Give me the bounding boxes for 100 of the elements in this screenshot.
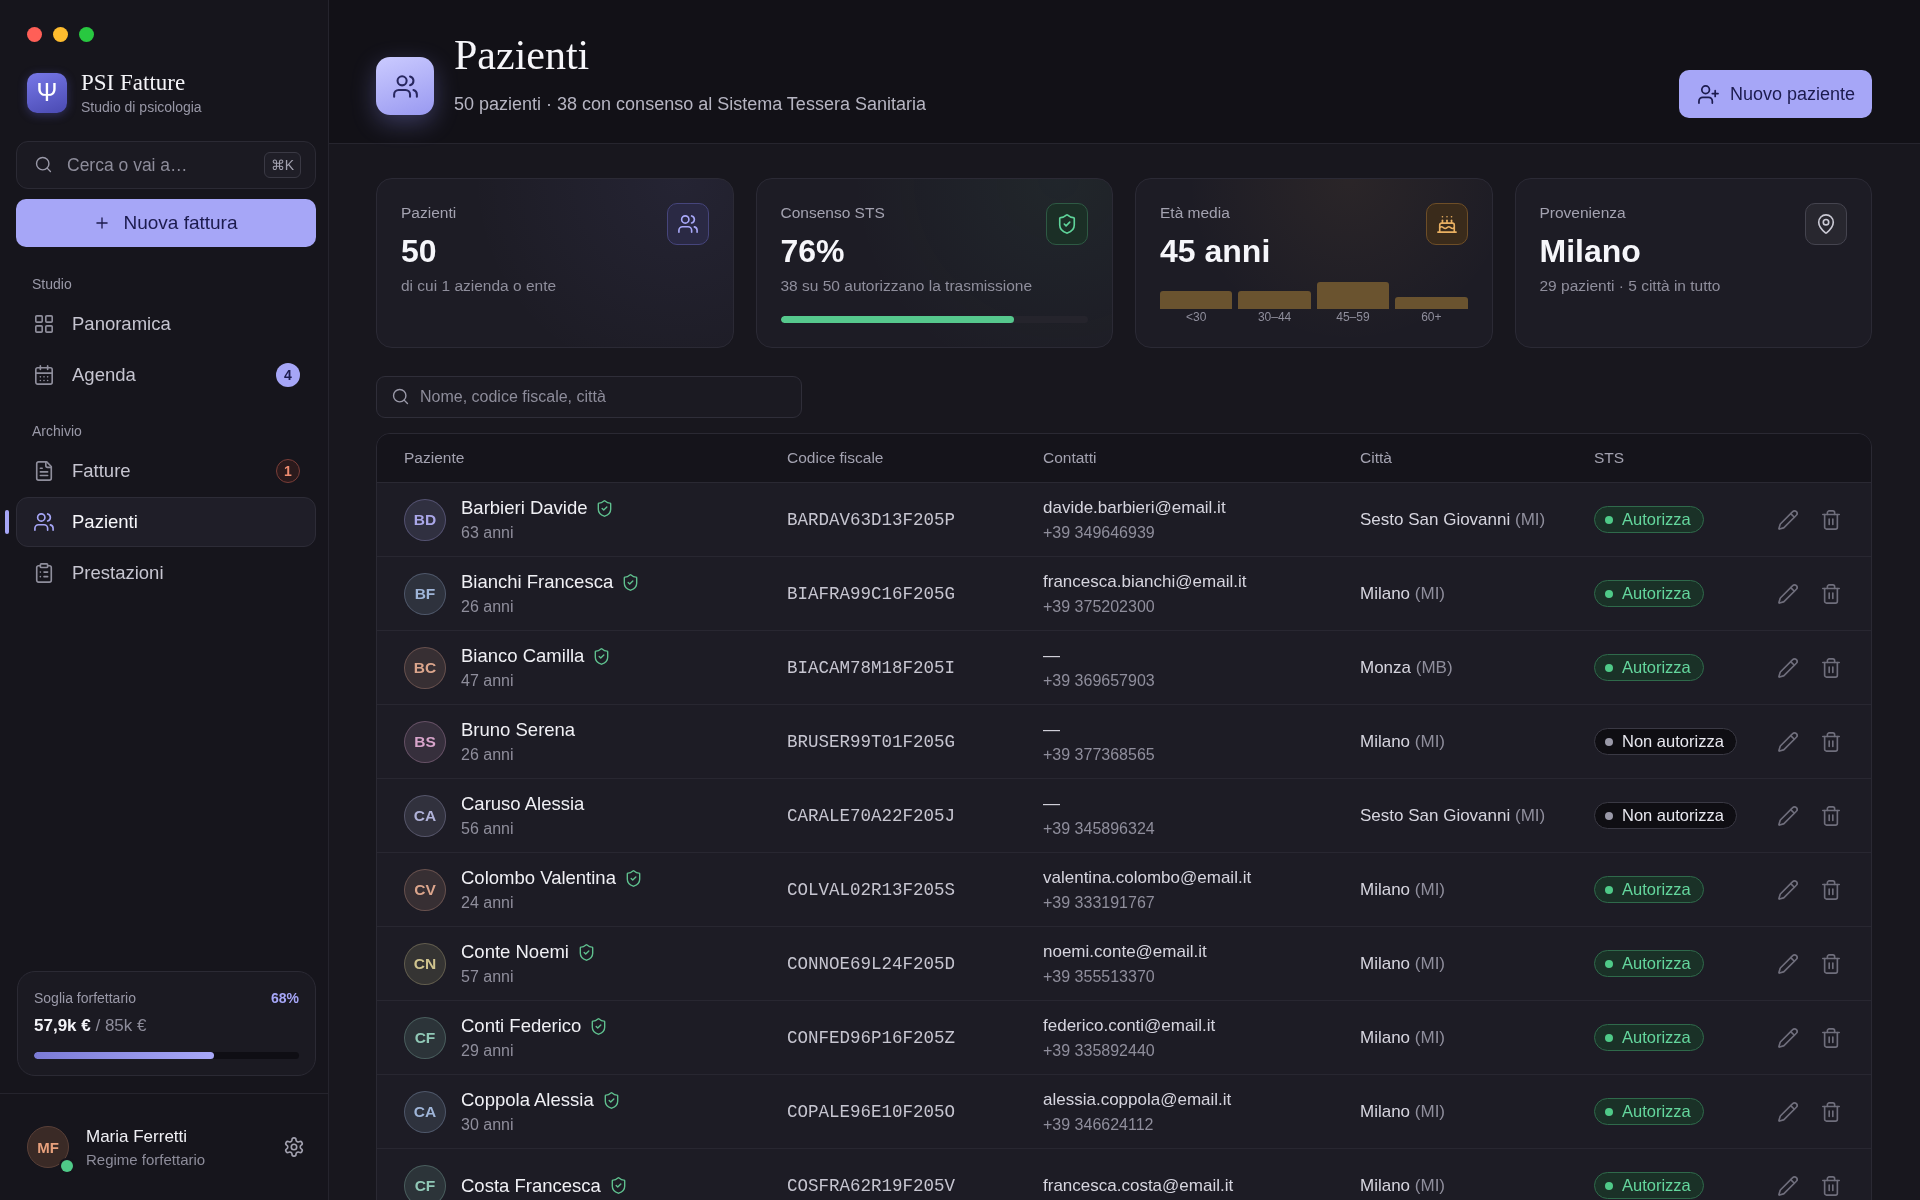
new-patient-button[interactable]: Nuovo paziente [1678,70,1872,118]
patient-name: Costa Francesca [461,1174,601,1197]
pencil-icon[interactable] [1778,879,1798,900]
nav-item[interactable]: Prestazioni [16,548,316,598]
settings-icon[interactable] [284,1137,304,1157]
pencil-icon[interactable] [1778,509,1798,530]
fiscal-code: CARALE70A22F205J [787,805,957,826]
search-field[interactable]: Nome, codice fiscale, città [376,376,802,418]
new-invoice-button[interactable]: Nuova fattura [16,199,316,247]
user-role: Regime forfettario [86,1150,206,1168]
age-bar-label: <30 [1185,310,1208,324]
people-icon [376,57,434,115]
email: valentina.colombo@email.it [1043,867,1253,888]
city-name: Milano (MI) [1360,879,1446,899]
plus-icon [94,215,111,231]
patient-age: 30 anni [461,1115,515,1134]
pencil-icon[interactable] [1778,1101,1798,1122]
status-dot-icon [1605,1107,1613,1116]
clipboard-icon [34,563,54,583]
trash-icon[interactable] [1821,805,1841,826]
status-label: Autorizza [1622,1028,1691,1047]
city-name: Milano (MI) [1360,583,1446,603]
search-icon [392,388,409,405]
status-dot-icon [1605,1181,1613,1190]
patient-age: 47 anni [461,671,515,690]
stat-label: Provenienza [1539,203,1627,223]
city-name: Sesto San Giovanni (MI) [1360,805,1546,825]
count-badge: 4 [276,363,300,387]
stat-label: Pazienti [401,203,458,223]
trash-icon[interactable] [1821,879,1841,900]
user-avatar: MF [27,1126,69,1168]
avatar: CF [404,1164,446,1200]
status-label: Non autorizza [1622,732,1724,751]
document-icon [34,461,54,481]
status-dot-icon [1605,663,1613,672]
app-name: PSI Fatture [81,70,187,96]
nav-item[interactable]: Panoramica [16,299,316,349]
pencil-icon[interactable] [1778,657,1798,678]
shield-check-icon [1046,203,1088,245]
grid-icon [34,314,54,334]
section-label: Studio [31,276,73,293]
trash-icon[interactable] [1821,509,1841,530]
pencil-icon[interactable] [1778,731,1798,752]
count-badge: 1 [276,459,300,483]
city-name: Milano (MI) [1360,1175,1446,1195]
stat-value: 45 anni [1160,233,1271,269]
avatar: BS [404,720,446,763]
column-header: Città [1360,449,1393,467]
email: — [1043,793,1061,814]
nav-item[interactable]: Agenda 4 [16,350,316,400]
city-name: Milano (MI) [1360,1101,1446,1121]
trash-icon[interactable] [1821,731,1841,752]
phone-number: +39 346624112 [1043,1114,1155,1134]
minimize-window-icon[interactable] [53,27,68,42]
people-icon [666,203,709,245]
page-title: Pazienti [454,31,591,80]
fiscal-code: COPALE96E10F205O [787,1101,957,1122]
threshold-percent: 68% [270,990,299,1007]
city-name: Monza (MB) [1360,657,1453,677]
pencil-icon[interactable] [1778,1175,1798,1196]
phone-number: +39 335892440 [1043,1040,1156,1060]
trash-icon[interactable] [1821,1027,1841,1048]
fiscal-code: BRUSER99T01F205G [787,731,957,752]
trash-icon[interactable] [1821,1175,1841,1196]
patient-name: Bianco Camilla [461,645,585,667]
stat-note: 38 su 50 autorizzano la trasmissione [780,276,1033,296]
email: alessia.coppola@email.it [1043,1089,1233,1110]
column-header: Codice fiscale [787,449,885,467]
pencil-icon[interactable] [1778,953,1798,974]
cake-icon [1425,203,1468,245]
pencil-icon[interactable] [1778,583,1798,604]
app-subtitle: Studio di psicologia [81,99,202,115]
avatar: BF [404,572,446,615]
status-dot-icon [1605,589,1613,598]
nav-item[interactable]: Fatture 1 [16,446,316,496]
trash-icon[interactable] [1821,583,1841,604]
status-label: Autorizza [1622,1102,1691,1121]
fiscal-code: COLVAL02R13F205S [787,879,957,900]
pencil-icon[interactable] [1778,805,1798,826]
age-bar-label: 45–59 [1335,310,1371,324]
avatar: CV [404,868,446,911]
trash-icon[interactable] [1821,657,1841,678]
status-label: Autorizza [1622,1176,1691,1195]
pencil-icon[interactable] [1778,1027,1798,1048]
page-subtitle: 50 pazienti · 38 con consenso al Sistema Tessera Sanitaria [454,94,926,115]
trash-icon[interactable] [1821,1101,1841,1122]
close-window-icon[interactable] [27,27,42,42]
trash-icon[interactable] [1821,953,1841,974]
city-name: Milano (MI) [1360,731,1446,751]
avatar: CN [404,942,446,985]
status-label: Autorizza [1622,584,1691,603]
maximize-window-icon[interactable] [79,27,94,42]
avatar: BC [404,646,446,689]
age-bar-label: 60+ [1420,310,1443,324]
patient-name: Bruno Serena [461,719,576,741]
threshold-label: Soglia forfettario [34,990,136,1007]
patient-name: Coppola Alessia [461,1089,594,1111]
status-dot-icon [1605,515,1613,524]
patient-name: Barbieri Davide [461,497,588,519]
column-header: Paziente [404,449,466,467]
